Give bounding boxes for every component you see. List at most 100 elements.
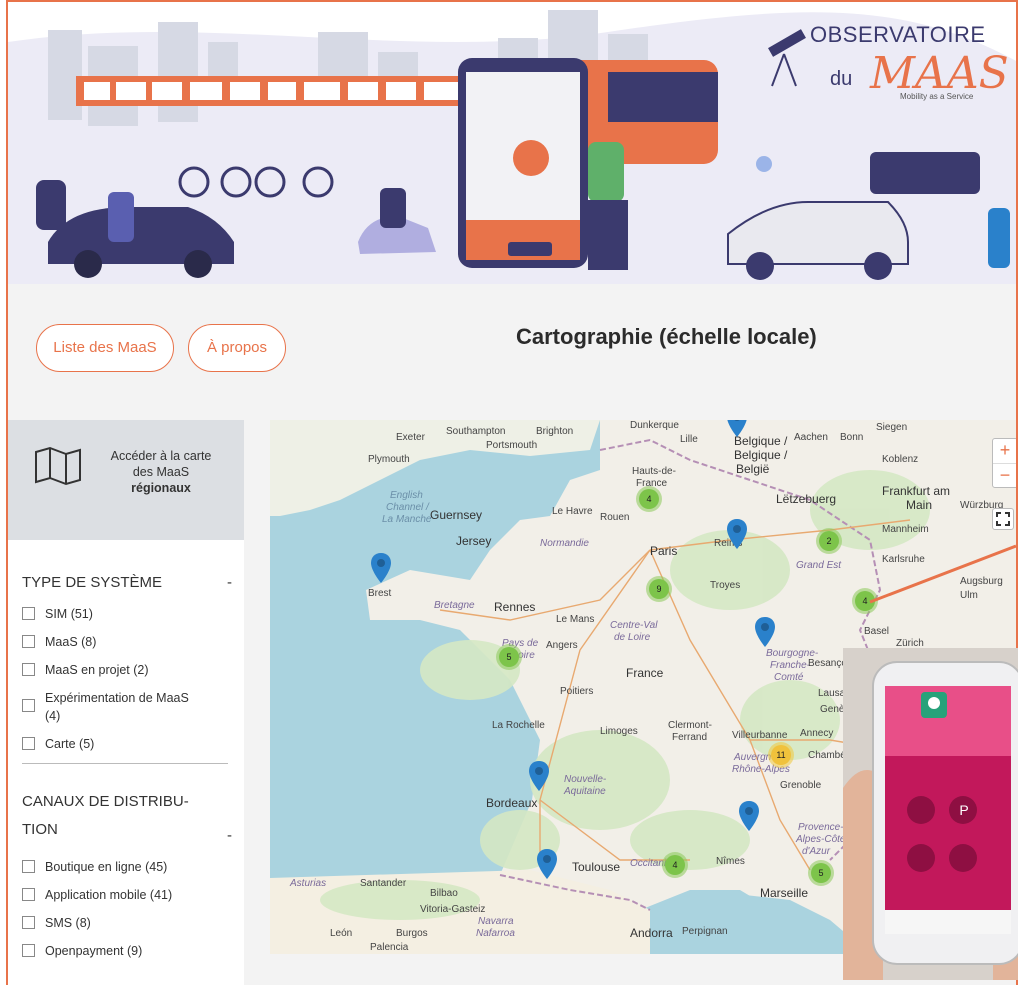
map-marker-pin[interactable] [738,800,760,832]
option-label: Expérimentation de MaaS (4) [45,691,189,723]
phone-app-image: P [843,648,1018,980]
map-label: Belgique / [734,448,788,462]
zoom-out-button[interactable]: − [993,463,1016,487]
map-label: France [626,666,664,680]
map-cluster[interactable]: 9 [646,576,672,602]
collapse-channels-toggle[interactable]: - [227,822,232,850]
map-label: Jersey [456,534,492,548]
map-label: Franche- [770,660,811,671]
map-label: Troyes [710,580,741,591]
filter-option[interactable]: SIM (51) [22,605,222,623]
checkbox[interactable] [22,663,35,676]
fullscreen-icon [996,512,1010,526]
map-label: La Rochelle [492,720,545,731]
map-cluster[interactable]: 2 [816,528,842,554]
option-label: Openpayment (9) [45,944,143,958]
map-label: Brest [368,588,392,599]
map-label: Koblenz [882,454,919,465]
cluster-count: 9 [649,579,669,599]
map-label: Normandie [540,538,589,549]
fullscreen-button[interactable] [992,508,1014,530]
checkbox[interactable] [22,635,35,648]
map-label: Centre-Val [610,620,658,631]
map-marker-pin[interactable] [370,552,392,584]
observatoire-logo[interactable]: OBSERVATOIRE du MAAS Mobility as a Servi… [762,18,1009,108]
filter-option[interactable]: Boutique en ligne (45) [22,858,222,876]
map-marker-pin[interactable] [726,518,748,550]
checkbox[interactable] [22,737,35,750]
logo-tagline: Mobility as a Service [900,92,974,101]
checkbox[interactable] [22,888,35,901]
filter-option[interactable]: Openpayment (9) [22,942,222,960]
map-cluster[interactable]: 5 [496,644,522,670]
map-label: België [736,462,770,476]
list-maas-button[interactable]: Liste des MaaS [36,324,174,372]
map-cluster[interactable]: 5 [808,860,834,886]
filter-channels-title-1: CANAUX DE DISTRIBU- [22,793,189,810]
map-marker-pin[interactable] [754,616,776,648]
filter-section-channels: CANAUX DE DISTRIBU- TION - [22,788,232,844]
map-label: Burgos [396,928,428,939]
logo-title: OBSERVATOIRE [810,22,986,47]
filter-option[interactable]: MaaS en projet (2) [22,661,222,679]
top-nav: Liste des MaaS À propos Cartographie (éc… [8,284,1016,404]
map-label: Main [906,498,933,512]
map-label: Frankfurt am [882,484,951,498]
map-label: d'Azur [802,846,831,857]
folded-map-icon [35,446,81,486]
map-link-line2: des MaaS [132,465,190,479]
cluster-count: 5 [811,863,831,883]
map-label: Brighton [536,426,574,437]
cluster-count: 4 [665,855,685,875]
filter-option[interactable]: Application mobile (41) [22,886,222,904]
map-label: Nîmes [716,856,745,867]
map-label: Clermont- [668,720,712,731]
filter-channels-title-2: TION [22,821,58,838]
map-label: Basel [864,626,890,637]
map-label: Asturias [290,878,327,889]
collapse-type-toggle[interactable]: - [227,574,232,591]
option-label: Application mobile (41) [45,888,173,902]
map-label: Provence- [798,822,844,833]
checkbox[interactable] [22,916,35,929]
map-label: Aquitaine [564,786,606,797]
map-label: Grand Est [796,560,842,571]
zoom-in-button[interactable]: + [993,439,1016,463]
checkbox[interactable] [22,607,35,620]
sidebar: Accéder à la carte des MaaS régionaux TY… [8,420,244,985]
map-marker-pin[interactable] [528,760,550,792]
filter-option[interactable]: SMS (8) [22,914,222,932]
filter-option[interactable]: Carte (5) [22,735,222,753]
map-marker-pin[interactable] [726,420,748,438]
hero-banner: OBSERVATOIRE du MAAS Mobility as a Servi… [8,2,1016,284]
zoom-control: + − [992,438,1016,488]
svg-text:P: P [959,802,968,818]
telescope-icon [768,29,806,87]
map-label: Perpignan [682,926,728,937]
callout-arrow [869,544,1016,604]
checkbox[interactable] [22,944,35,957]
filter-option[interactable]: MaaS (8) [22,633,222,651]
logo-du: du [830,68,853,90]
checkbox[interactable] [22,860,35,873]
filter-option[interactable]: Expérimentation de MaaS (4) [22,689,222,725]
about-button[interactable]: À propos [188,324,286,372]
map-label: Bonn [840,432,864,443]
map-label: de Loire [614,632,651,643]
map-cluster[interactable]: 4 [662,852,688,878]
map-cluster[interactable]: 11 [768,742,794,768]
map-label: León [330,928,353,939]
map-label: Alpes-Côte [796,834,846,845]
regional-map-link[interactable]: Accéder à la carte des MaaS régionaux [8,420,244,540]
map-label: Angers [546,640,578,651]
map-marker-pin[interactable] [536,848,558,880]
checkbox[interactable] [22,699,35,712]
map-label: Annecy [800,728,834,739]
map-label: English [390,490,423,501]
map-label: Hauts-de- [632,466,676,477]
map-cluster[interactable]: 4 [636,486,662,512]
map-label: Exeter [396,432,425,443]
map-label: La Manche [382,514,432,525]
map-label: Mannheim [882,524,929,535]
map-label: Portsmouth [486,440,538,451]
